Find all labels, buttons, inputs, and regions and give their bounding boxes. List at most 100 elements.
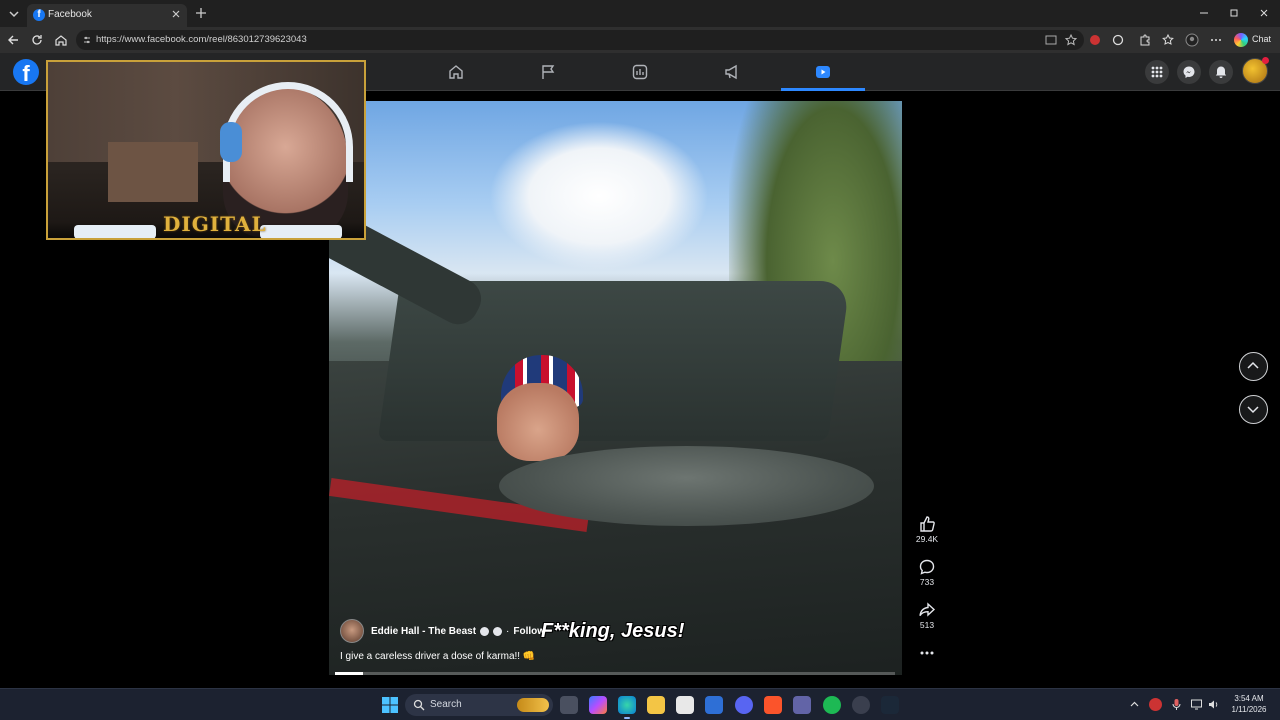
like-button[interactable]: 29.4K — [912, 515, 942, 544]
marketplace-icon[interactable] — [631, 63, 649, 81]
more-horizontal-icon — [920, 651, 934, 655]
home-browser-icon[interactable] — [54, 33, 68, 47]
display-icon[interactable] — [1190, 698, 1203, 711]
extension-refresh-icon[interactable] — [1111, 33, 1125, 47]
video-person-head — [497, 383, 579, 461]
facebook-logo-icon[interactable]: f — [13, 59, 39, 85]
share-button[interactable]: 513 — [912, 601, 942, 630]
headset-earcup — [220, 122, 242, 162]
clock-date: 1/11/2026 — [1231, 705, 1267, 714]
browser-tab-strip: f Facebook — [0, 0, 1280, 27]
reel-author-row: Eddie Hall - The Beast · Follow — [340, 619, 545, 643]
search-placeholder: Search — [430, 699, 462, 710]
extension-red-icon[interactable] — [1088, 33, 1102, 47]
webcam-label-right — [260, 225, 342, 238]
mail-icon[interactable] — [705, 696, 723, 714]
file-explorer-icon[interactable] — [647, 696, 665, 714]
copilot-icon — [1234, 33, 1248, 47]
copilot-chat-button[interactable]: Chat — [1232, 31, 1276, 49]
reel-description: I give a careless driver a dose of karma… — [340, 651, 536, 662]
share-icon — [919, 602, 936, 617]
spotify-icon[interactable] — [823, 696, 841, 714]
brave-icon[interactable] — [764, 696, 782, 714]
extensions-puzzle-icon[interactable] — [1138, 33, 1152, 47]
edge-browser-icon[interactable] — [618, 696, 636, 714]
profile-avatar[interactable] — [1242, 57, 1269, 84]
browser-toolbar: https://www.facebook.com/reel/8630127396… — [0, 27, 1280, 53]
webcam-label-left — [74, 225, 156, 238]
store-icon[interactable] — [676, 696, 694, 714]
taskbar-search[interactable]: Search — [405, 694, 553, 716]
thumbs-up-icon — [920, 516, 935, 532]
tab-menu-chevron-icon[interactable] — [6, 6, 22, 22]
streamer-webcam-overlay: DIGITAL — [46, 60, 366, 240]
nav-active-indicator — [781, 88, 865, 91]
facebook-favicon-icon: f — [33, 9, 45, 21]
obs-icon[interactable] — [852, 696, 870, 714]
author-name[interactable]: Eddie Hall - The Beast — [371, 626, 476, 637]
windows-start-icon[interactable] — [381, 696, 399, 714]
reel-video[interactable] — [329, 101, 902, 675]
tray-app-icon[interactable] — [1149, 698, 1162, 711]
reader-mode-icon[interactable] — [1044, 33, 1058, 47]
video-progress-bar[interactable] — [335, 672, 895, 675]
tab-close-icon[interactable] — [171, 9, 181, 19]
webcam-brand-logo: DIGITAL — [163, 212, 267, 236]
edge-active-indicator — [624, 717, 630, 719]
windows-taskbar: Search 3:54 AM 1/11/2026 — [0, 688, 1280, 720]
steam-icon[interactable] — [881, 696, 899, 714]
volume-icon[interactable] — [1207, 698, 1220, 711]
comment-count: 733 — [919, 577, 935, 587]
megaphone-icon[interactable] — [723, 63, 741, 81]
system-clock[interactable]: 3:54 AM 1/11/2026 — [1224, 693, 1274, 715]
reload-icon[interactable] — [30, 33, 44, 47]
site-info-icon[interactable] — [82, 35, 92, 45]
tab-title: Facebook — [48, 9, 92, 20]
previous-reel-button[interactable] — [1239, 352, 1268, 381]
menu-grid-icon — [1151, 66, 1163, 78]
favorites-list-icon[interactable] — [1161, 33, 1175, 47]
window-close-icon[interactable] — [1258, 7, 1270, 19]
messenger-icon — [1183, 66, 1195, 78]
new-tab-plus-icon[interactable] — [195, 7, 207, 19]
chevron-down-icon — [1247, 406, 1259, 414]
notifications-button[interactable] — [1209, 60, 1233, 84]
browser-tab-facebook[interactable]: f Facebook — [27, 4, 187, 27]
window-minimize-icon[interactable] — [1198, 7, 1210, 19]
video-progress-fill — [335, 672, 363, 675]
discord-icon[interactable] — [735, 696, 753, 714]
notification-dot — [1262, 57, 1269, 64]
globe-icon — [493, 626, 503, 636]
next-reel-button[interactable] — [1239, 395, 1268, 424]
chevron-up-icon — [1247, 361, 1259, 369]
url-text: https://www.facebook.com/reel/8630127396… — [96, 34, 307, 45]
author-separator: · — [506, 625, 510, 637]
address-bar[interactable]: https://www.facebook.com/reel/8630127396… — [76, 30, 1084, 50]
webcam-shelf — [108, 142, 198, 202]
favorite-star-icon[interactable] — [1064, 33, 1078, 47]
comment-icon — [919, 559, 935, 575]
profile-avatar-icon[interactable] — [1185, 33, 1199, 47]
messenger-button[interactable] — [1177, 60, 1201, 84]
author-avatar[interactable] — [340, 619, 364, 643]
video-tank-hatch — [499, 446, 874, 526]
more-options-icon[interactable] — [1209, 33, 1223, 47]
search-icon — [413, 699, 425, 711]
home-icon[interactable] — [447, 63, 465, 81]
window-maximize-icon[interactable] — [1228, 7, 1240, 19]
follow-button[interactable]: Follow — [513, 626, 545, 637]
flag-icon[interactable] — [539, 63, 557, 81]
copilot-app-icon[interactable] — [589, 696, 607, 714]
menu-grid-button[interactable] — [1145, 60, 1169, 84]
verified-badge-icon — [480, 626, 490, 636]
comment-button[interactable]: 733 — [912, 558, 942, 587]
microphone-icon[interactable] — [1170, 698, 1183, 711]
video-caption-overlay: F**king, Jesus! — [541, 620, 685, 642]
tray-overflow-chevron-icon[interactable] — [1128, 698, 1141, 711]
share-count: 513 — [919, 620, 935, 630]
back-arrow-icon[interactable] — [6, 33, 20, 47]
more-reel-options-button[interactable] — [912, 648, 942, 658]
task-view-icon[interactable] — [560, 696, 578, 714]
teams-icon[interactable] — [793, 696, 811, 714]
reels-icon[interactable] — [814, 63, 832, 81]
